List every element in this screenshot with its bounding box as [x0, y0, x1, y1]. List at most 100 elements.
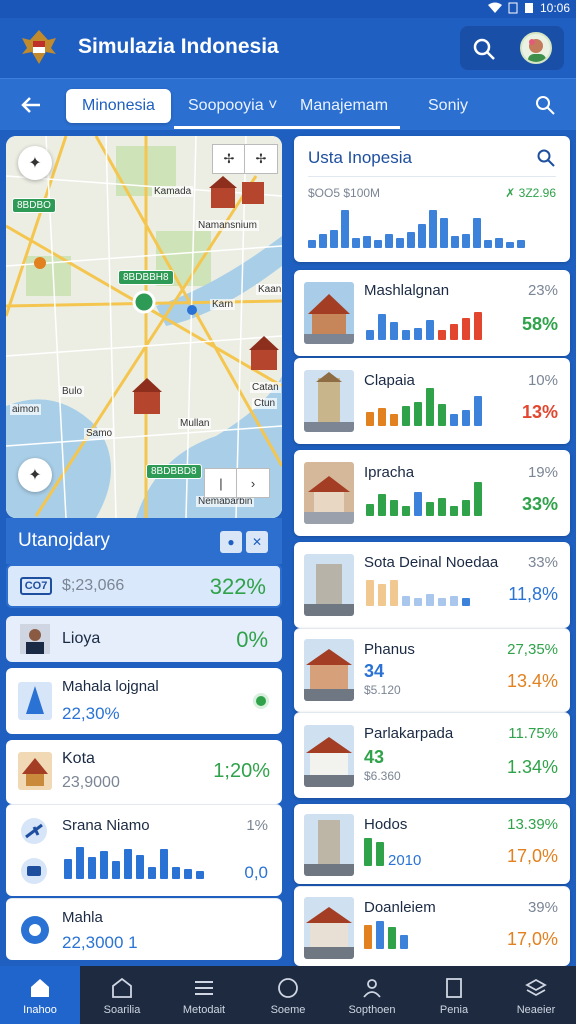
row-name: Srana Niamo [62, 817, 150, 834]
tab-underline [174, 126, 400, 129]
map-zoom-out-button[interactable]: ✢ [244, 144, 278, 174]
location-badge-icon [21, 916, 49, 944]
zoom-in-icon: ✢ [223, 151, 235, 166]
locate-button[interactable]: ✦ [18, 458, 52, 492]
divider [308, 176, 556, 177]
nav-label: Sopthoen [348, 1004, 396, 1016]
summary-title: Usta Inopesia [308, 148, 412, 167]
row-pct: 322% [209, 574, 266, 599]
row-value: $;23,066 [62, 577, 125, 594]
nav-neaeier[interactable]: Neaeier [496, 966, 576, 1024]
summary-right-caption: ✗ 3Z2.96 [505, 186, 556, 200]
card-pct-top: 27,35% [507, 641, 558, 658]
bottom-nav: Inahoo Soarilia Metodait Soeme Sopthoen … [0, 966, 576, 1024]
card-name: Ipracha [364, 464, 415, 481]
left-panel-title: Utanojdary [18, 530, 110, 551]
map-tag: 8BDBO [12, 198, 56, 213]
home-icon [31, 979, 49, 997]
region-card[interactable]: Phanus 34 $5.120 27,35% 13.4% [294, 628, 570, 712]
building-icon [112, 977, 132, 998]
status-time: 10:06 [539, 1, 570, 15]
wifi-icon [487, 2, 502, 13]
back-arrow-icon[interactable] [18, 93, 44, 117]
summary-card[interactable]: Usta Inopesia $OO5 $100M ✗ 3Z2.96 [294, 136, 570, 262]
nav-metodait[interactable]: Metodait [164, 966, 244, 1024]
map-next-button[interactable]: › [236, 468, 270, 498]
nav-label: Soarilia [103, 1004, 141, 1016]
card-sub-small: $6.360 [364, 769, 401, 783]
tab-minonesia[interactable]: Minonesia [66, 89, 171, 123]
close-panel-button[interactable]: ✕ [246, 531, 268, 553]
user-avatar[interactable] [520, 32, 552, 64]
summary-left-caption: $OO5 $100M [308, 186, 381, 200]
map-label: Catan [250, 382, 281, 393]
nav-soeme[interactable]: Soeme [248, 966, 328, 1024]
region-card[interactable]: Ipracha 19% 33% [294, 450, 570, 536]
nav-label: Penia [439, 1004, 469, 1016]
list-item[interactable]: CO7 $;23,066 322% [6, 564, 282, 608]
region-card[interactable]: Parlakarpada 43 $6.360 11.75% 1.34% [294, 712, 570, 798]
tab-soopooyia[interactable]: Soopooyia ˅ [188, 89, 277, 123]
map-zoom-in-button[interactable]: ✢ [212, 144, 246, 174]
office-photo-icon [304, 554, 354, 616]
card-sub-small: $5.120 [364, 683, 401, 697]
search-icon[interactable] [470, 35, 498, 63]
card-name: Hodos [364, 816, 408, 833]
card-bar-chart [366, 386, 482, 426]
card-bar-chart [366, 480, 482, 516]
map-tag: 8BDBBD8 [146, 464, 202, 479]
list-item[interactable]: Kota 23,9000 1;20% [6, 740, 282, 804]
map-view[interactable]: Kamada Namansnium Kaan Karn Mullan Catan… [6, 136, 282, 518]
row-pct-bottom: 0,0 [244, 863, 268, 882]
nav-inahoo[interactable]: Inahoo [0, 966, 80, 1024]
card-bar-chart [366, 576, 470, 606]
card-pct-big: 17,0% [506, 929, 558, 949]
region-card[interactable]: Hodos 2010 13.39% 17,0% [294, 804, 570, 884]
map-label: Mullan [178, 418, 212, 429]
list-item[interactable]: Lioya 0% [6, 616, 282, 662]
map-label: Kamada [152, 186, 194, 197]
tab-manajemam[interactable]: Manajemam [300, 89, 388, 123]
menu-icon [195, 981, 213, 995]
nav-penia[interactable]: Penia [414, 966, 494, 1024]
list-item[interactable]: Mahla 22,3000 1 [6, 898, 282, 960]
map-label: aimon [10, 404, 42, 415]
card-sub-value: 2010 [388, 852, 422, 869]
status-dot-icon [253, 693, 269, 709]
list-item[interactable]: Srana Niamo 1% 0,0 [6, 804, 282, 896]
card-name: Doanleiem [364, 899, 436, 916]
tower-photo-icon [304, 370, 354, 432]
card-pct-big: 11,8% [508, 584, 558, 604]
nav-soarilia[interactable]: Soarilia [82, 966, 162, 1024]
app-title: Simulazia Indonesia [78, 35, 279, 58]
card-pct-top: 11.75% [508, 725, 558, 742]
nav-label: Neaeier [516, 1004, 556, 1016]
bus-icon [21, 858, 47, 884]
circle-icon [278, 978, 298, 998]
row-bar-chart [64, 843, 204, 879]
map-tag: 8BDBBH8 [118, 270, 174, 285]
tab-search-icon[interactable] [534, 94, 556, 116]
tower-block-photo-icon [304, 814, 354, 876]
filter-icon: ● [227, 535, 235, 549]
summary-search-icon[interactable] [536, 148, 556, 168]
summary-bar-chart [308, 204, 525, 248]
card-bar-chart [364, 921, 408, 949]
list-item[interactable]: Mahala lojgnal 22,30% [6, 668, 282, 734]
region-card[interactable]: Clapaia 10% 13% [294, 358, 570, 444]
map-label: Samo [84, 428, 115, 439]
map-prev-button[interactable]: | [204, 468, 238, 498]
museum-photo-icon [304, 897, 354, 959]
region-card[interactable]: Doanleiem 39% 17,0% [294, 886, 570, 966]
tab-soniy[interactable]: Soniy [428, 89, 468, 123]
filter-button[interactable]: ● [220, 531, 242, 553]
prev-icon: | [219, 475, 223, 491]
region-card[interactable]: Mashlalgnan 23% 58% [294, 270, 570, 356]
compass-button[interactable]: ✦ [18, 146, 52, 180]
region-card[interactable]: Sota Deinal Noedaa 33% 11,8% [294, 542, 570, 628]
palace-photo-icon [304, 462, 354, 524]
map-label: Karn [210, 299, 236, 310]
row-pct-top: 1% [246, 817, 268, 834]
tab-bar: Minonesia Soopooyia ˅ Manajemam Soniy [0, 78, 576, 130]
nav-sopthoen[interactable]: Sopthoen [332, 966, 412, 1024]
